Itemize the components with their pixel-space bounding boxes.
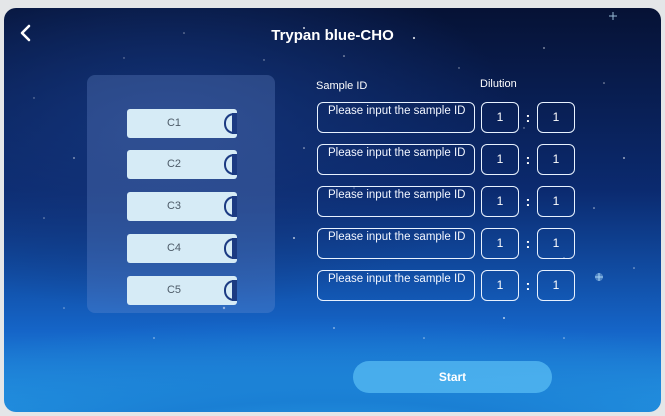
dilution-left-input-c2[interactable]: 1 [481, 144, 519, 175]
dilution-right-input-c3[interactable]: 1 [537, 186, 575, 217]
channel-slot-icon [224, 196, 237, 217]
dilution-left-input-c4[interactable]: 1 [481, 228, 519, 259]
channel-c4-button[interactable]: C4 [127, 234, 237, 263]
channel-label: C5 [166, 284, 182, 296]
page-title: Trypan blue-CHO [271, 27, 394, 44]
sample-id-input-c2[interactable]: Please input the sample ID [317, 144, 475, 175]
channel-label: C1 [166, 117, 182, 129]
dilution-right-input-c2[interactable]: 1 [537, 144, 575, 175]
channel-c5-button[interactable]: C5 [127, 276, 237, 305]
channel-label: C2 [166, 158, 182, 170]
dilution-right-input-c5[interactable]: 1 [537, 270, 575, 301]
channel-slot-icon [224, 113, 237, 134]
sample-id-input-c4[interactable]: Please input the sample ID [317, 228, 475, 259]
dilution-separator: : [525, 109, 531, 125]
dilution-left-input-c3[interactable]: 1 [481, 186, 519, 217]
channel-c2-button[interactable]: C2 [127, 150, 237, 179]
sample-id-input-c5[interactable]: Please input the sample ID [317, 270, 475, 301]
channel-c3-button[interactable]: C3 [127, 192, 237, 221]
dilution-right-input-c4[interactable]: 1 [537, 228, 575, 259]
channel-c1-button[interactable]: C1 [127, 109, 237, 138]
dilution-header: Dilution [480, 78, 517, 90]
start-button[interactable]: Start [353, 361, 552, 393]
dilution-separator: : [525, 193, 531, 209]
channel-slot-icon [224, 154, 237, 175]
sample-id-header: Sample ID [316, 80, 368, 92]
sample-id-input-c3[interactable]: Please input the sample ID [317, 186, 475, 217]
dilution-separator: : [525, 277, 531, 293]
channel-slot-icon [224, 238, 237, 259]
channel-panel: C1 C2 C3 C4 C5 [87, 75, 275, 313]
channel-label: C4 [166, 242, 182, 254]
dilution-separator: : [525, 235, 531, 251]
analysis-screen: Trypan blue-CHO C1 C2 C3 C4 C5 Sample ID… [4, 8, 661, 412]
sample-id-input-c1[interactable]: Please input the sample ID [317, 102, 475, 133]
dilution-left-input-c5[interactable]: 1 [481, 270, 519, 301]
dilution-right-input-c1[interactable]: 1 [537, 102, 575, 133]
dilution-separator: : [525, 151, 531, 167]
channel-label: C3 [166, 200, 182, 212]
dilution-left-input-c1[interactable]: 1 [481, 102, 519, 133]
channel-slot-icon [224, 280, 237, 301]
